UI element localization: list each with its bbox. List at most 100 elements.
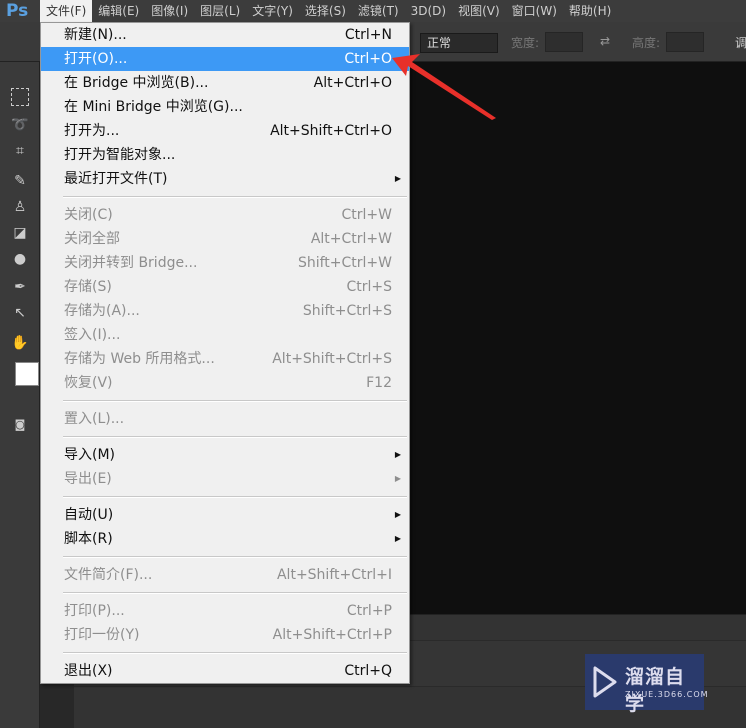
menu-item-shortcut: Alt+Ctrl+O — [313, 75, 392, 91]
pen-tool-icon[interactable]: ✒ — [8, 276, 32, 298]
menu-separator — [41, 191, 409, 203]
menubar-item[interactable]: 滤镜(T) — [352, 0, 405, 22]
menubar-item[interactable]: 选择(S) — [299, 0, 352, 22]
selection-tool-icon[interactable]: ↖ — [8, 302, 32, 324]
menubar-item[interactable]: 文件(F) — [40, 0, 93, 22]
menu-item[interactable]: 存储为(A)... Shift+Ctrl+S — [41, 299, 409, 323]
menu-item-shortcut: Ctrl+N — [344, 27, 392, 43]
menu-item[interactable]: 签入(I)... — [41, 323, 409, 347]
menu-item-label: 打开为智能对象... — [64, 147, 176, 163]
height-label: 高度: — [632, 36, 661, 50]
canvas-area — [408, 62, 746, 614]
submenu-arrow-icon: ▶ — [394, 174, 401, 183]
healing-brush-icon[interactable]: ✎ — [8, 170, 32, 192]
menu-item-label: 存储为 Web 所用格式... — [64, 351, 215, 367]
width-label: 宽度: — [511, 36, 540, 50]
menu-bar: Ps 文件(F) 编辑(E) 图像(I) 图层(L) 文字(Y) 选择(S) 滤镜(T) 3D… — [0, 0, 746, 22]
menu-item-label: 存储为(A)... — [64, 303, 140, 319]
menu-separator — [41, 431, 409, 443]
menu-separator — [41, 587, 409, 599]
menubar-item[interactable]: 图像(I) — [145, 0, 194, 22]
stamp-tool-icon[interactable]: ♙ — [8, 196, 32, 218]
foreground-color-swatch[interactable] — [15, 362, 39, 386]
menu-item-label: 打开为... — [64, 123, 120, 139]
menu-item-label: 恢复(V) — [64, 375, 113, 391]
menubar-item[interactable]: 帮助(H) — [563, 0, 617, 22]
menu-item-label: 签入(I)... — [64, 327, 121, 343]
menu-item[interactable]: 打开为... Alt+Shift+Ctrl+O — [41, 119, 409, 143]
menu-item[interactable]: 最近打开文件(T) ▶ — [41, 167, 409, 191]
menu-item[interactable]: 关闭并转到 Bridge... Shift+Ctrl+W — [41, 251, 409, 275]
menu-separator — [41, 491, 409, 503]
menu-item-shortcut: Ctrl+Q — [344, 663, 392, 679]
menu-item[interactable]: 导出(E) ▶ — [41, 467, 409, 491]
menu-item[interactable]: 导入(M) ▶ — [41, 443, 409, 467]
refine-edge-button[interactable]: 调 — [735, 34, 746, 51]
menubar-item[interactable]: 文字(Y) — [246, 0, 299, 22]
blur-tool-icon[interactable]: ● — [8, 248, 32, 270]
submenu-arrow-icon: ▶ — [394, 534, 401, 543]
menu-item[interactable]: 文件简介(F)... Alt+Shift+Ctrl+I — [41, 563, 409, 587]
height-input[interactable] — [666, 32, 704, 52]
menu-item[interactable]: 关闭全部 Alt+Ctrl+W — [41, 227, 409, 251]
menu-item-shortcut: Ctrl+P — [346, 603, 392, 619]
menu-item-label: 关闭(C) — [64, 207, 113, 223]
menu-item-label: 在 Bridge 中浏览(B)... — [64, 75, 209, 91]
hand-tool-icon[interactable]: ✋ — [8, 332, 32, 354]
menu-item-shortcut: Ctrl+S — [346, 279, 392, 295]
menu-separator — [41, 647, 409, 659]
menu-separator — [41, 551, 409, 563]
menu-item-label: 打印(P)... — [64, 603, 125, 619]
menu-item[interactable]: 置入(L)... — [41, 407, 409, 431]
menu-item[interactable]: 退出(X) Ctrl+Q — [41, 659, 409, 683]
crop-tool-icon[interactable]: ⌗ — [8, 140, 32, 162]
menu-item[interactable]: 关闭(C) Ctrl+W — [41, 203, 409, 227]
width-input[interactable] — [545, 32, 583, 52]
menubar-item[interactable]: 图层(L) — [194, 0, 246, 22]
menu-item-label: 关闭并转到 Bridge... — [64, 255, 198, 271]
menubar-item[interactable]: 窗口(W) — [506, 0, 563, 22]
menu-item-label: 置入(L)... — [64, 411, 125, 427]
lasso-tool-icon[interactable]: ➰ — [8, 114, 32, 136]
toolbox: ➰ ⌗ ✎ ♙ ◪ ● ✒ ↖ ✋ ◙ — [0, 62, 40, 728]
submenu-arrow-icon: ▶ — [394, 450, 401, 459]
menubar-item[interactable]: 3D(D) — [405, 0, 452, 22]
menu-item[interactable]: 脚本(R) ▶ — [41, 527, 409, 551]
menu-item[interactable]: 新建(N)... Ctrl+N — [41, 23, 409, 47]
menu-item-label: 最近打开文件(T) — [64, 171, 168, 187]
menu-item-shortcut: Alt+Shift+Ctrl+S — [272, 351, 392, 367]
menu-item-label: 存储(S) — [64, 279, 112, 295]
menu-item-shortcut: F12 — [366, 375, 392, 391]
menu-item-label: 打印一份(Y) — [64, 627, 140, 643]
menu-item-shortcut: Alt+Ctrl+W — [310, 231, 392, 247]
menu-item-shortcut: Ctrl+O — [344, 51, 392, 67]
quick-mask-icon[interactable]: ◙ — [8, 414, 32, 436]
menu-item-shortcut: Shift+Ctrl+W — [297, 255, 392, 271]
menu-item[interactable]: 存储(S) Ctrl+S — [41, 275, 409, 299]
menu-separator — [41, 395, 409, 407]
swap-icon[interactable]: ⇄ — [600, 34, 610, 48]
menu-item[interactable]: 打开为智能对象... — [41, 143, 409, 167]
menu-item-shortcut: Alt+Shift+Ctrl+P — [272, 627, 392, 643]
watermark-url: ZIXUE.3D66.COM — [625, 690, 709, 699]
menu-item-shortcut: Alt+Shift+Ctrl+O — [270, 123, 392, 139]
eraser-tool-icon[interactable]: ◪ — [8, 222, 32, 244]
marquee-tool-icon[interactable] — [11, 88, 29, 106]
menu-item[interactable]: 在 Mini Bridge 中浏览(G)... — [41, 95, 409, 119]
menu-item[interactable]: 打印一份(Y) Alt+Shift+Ctrl+P — [41, 623, 409, 647]
menu-item-label: 导出(E) — [64, 471, 112, 487]
menu-item[interactable]: 打印(P)... Ctrl+P — [41, 599, 409, 623]
menubar-item[interactable]: 视图(V) — [452, 0, 506, 22]
menu-item[interactable]: 恢复(V) F12 — [41, 371, 409, 395]
play-logo-icon — [593, 666, 617, 698]
menu-item[interactable]: 存储为 Web 所用格式... Alt+Shift+Ctrl+S — [41, 347, 409, 371]
menu-item-label: 在 Mini Bridge 中浏览(G)... — [64, 99, 243, 115]
menu-item[interactable]: 打开(O)... Ctrl+O — [41, 47, 409, 71]
red-arrow-annotation — [392, 54, 496, 120]
menubar-item[interactable]: 编辑(E) — [92, 0, 145, 22]
menu-item-shortcut: Alt+Shift+Ctrl+I — [276, 567, 392, 583]
menu-item[interactable]: 自动(U) ▶ — [41, 503, 409, 527]
menu-item-label: 脚本(R) — [64, 531, 113, 547]
menu-item[interactable]: 在 Bridge 中浏览(B)... Alt+Ctrl+O — [41, 71, 409, 95]
menu-item-label: 打开(O)... — [64, 51, 128, 67]
